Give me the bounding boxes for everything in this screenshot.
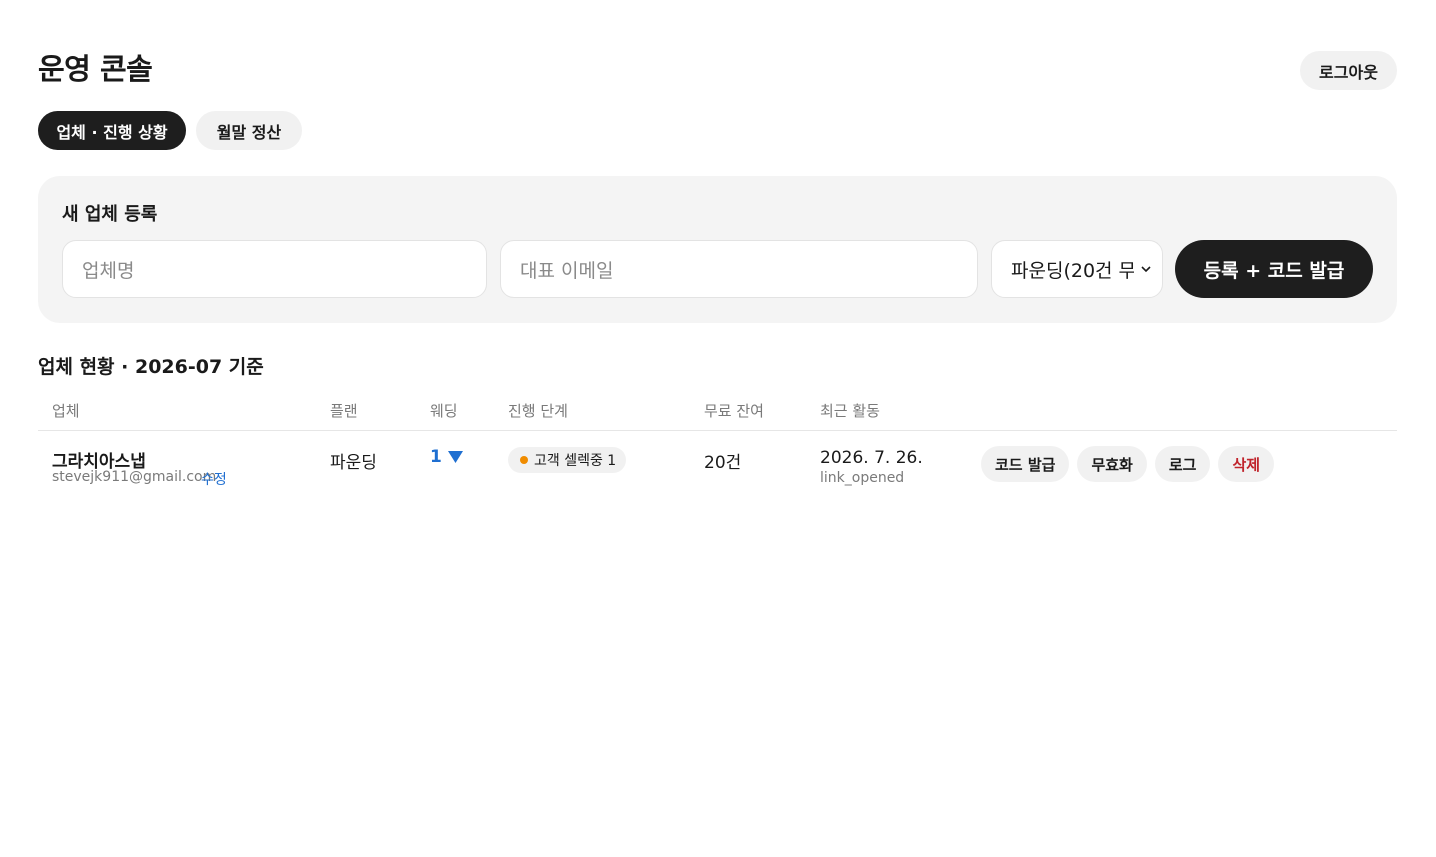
column-header-plan: 플랜: [330, 402, 358, 420]
plan-value: 파운딩: [330, 453, 377, 473]
vendor-name-input[interactable]: 업체명: [62, 240, 487, 298]
last-activity-event: link_opened: [820, 470, 905, 486]
register-title: 새 업체 등록: [62, 204, 158, 225]
table-divider: [38, 430, 1397, 431]
status-title: 업체 현황 · 2026-07 기준: [38, 356, 264, 378]
free-remaining-value: 20건: [704, 453, 742, 473]
column-header-vendor: 업체: [52, 402, 80, 420]
logout-button[interactable]: 로그아웃: [1300, 51, 1397, 90]
vendor-email-input[interactable]: 대표 이메일: [500, 240, 978, 298]
plan-select-value: 파운딩(20건 무료): [1011, 259, 1134, 282]
issue-code-button[interactable]: 코드 발급: [981, 446, 1070, 482]
wedding-toggle[interactable]: 1: [430, 447, 463, 467]
column-header-stage: 진행 단계: [508, 402, 568, 420]
plan-select[interactable]: 파운딩(20건 무료): [991, 240, 1163, 298]
column-header-free-remaining: 무료 잔여: [704, 402, 764, 420]
column-header-wedding: 웨딩: [430, 402, 458, 420]
chevron-down-icon: [1141, 266, 1151, 273]
log-button[interactable]: 로그: [1154, 446, 1211, 482]
status-dot-icon: [520, 456, 528, 464]
row-actions: 코드 발급 무효화 로그 삭제: [981, 446, 1275, 482]
stage-label: 고객 셀렉중 1: [534, 453, 617, 469]
tab-bar: 업체 · 진행 상황 월말 정산: [38, 111, 302, 150]
page-title: 운영 콘솔: [38, 52, 153, 86]
tab-monthly-settlement[interactable]: 월말 정산: [196, 111, 302, 150]
last-activity-date: 2026. 7. 26.: [820, 448, 923, 468]
invalidate-button[interactable]: 무효화: [1077, 446, 1147, 482]
wedding-count: 1: [430, 447, 442, 467]
tab-vendor-progress[interactable]: 업체 · 진행 상황: [38, 111, 186, 150]
edit-link[interactable]: 수정: [201, 469, 227, 489]
register-panel: 새 업체 등록 업체명 대표 이메일 파운딩(20건 무료) 등록 + 코드 발…: [38, 176, 1397, 323]
stage-badge: 고객 셀렉중 1: [508, 447, 627, 473]
column-header-recent-activity: 최근 활동: [820, 402, 880, 420]
vendor-email: stevejk911@gmail.com: [52, 469, 217, 485]
delete-button[interactable]: 삭제: [1218, 446, 1275, 482]
register-submit-button[interactable]: 등록 + 코드 발급: [1175, 240, 1373, 298]
triangle-down-icon: [447, 451, 463, 463]
